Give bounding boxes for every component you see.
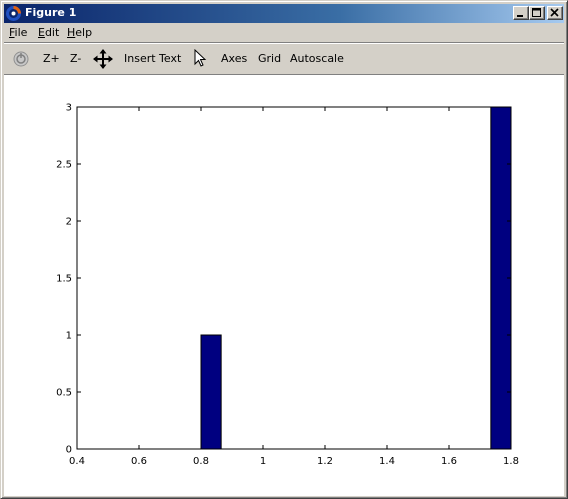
x-tick-label: 1.8 bbox=[503, 456, 519, 467]
zoom-out-button[interactable]: Z- bbox=[70, 52, 81, 66]
pan-arrows-icon[interactable] bbox=[93, 49, 113, 72]
x-tick-label: 0.4 bbox=[69, 456, 85, 467]
axes-frame bbox=[76, 106, 512, 450]
y-tick-label: 1 bbox=[66, 331, 72, 342]
window-title: Figure 1 bbox=[25, 6, 77, 19]
title-bar[interactable]: Figure 1 bbox=[4, 4, 564, 23]
bar-chart: 0.4 0.6 0.8 1 1.2 1.4 1.6 1.8 0 0.5 1 1.5 2 2.5 3 bbox=[56, 103, 519, 468]
plot-canvas: 0.4 0.6 0.8 1 1.2 1.4 1.6 1.8 0 0.5 1 1.5 2 2.5 3 bbox=[4, 76, 564, 496]
y-tick-label: 0.5 bbox=[56, 388, 72, 399]
x-tick-label: 1.4 bbox=[379, 456, 395, 467]
bar-0 bbox=[200, 334, 222, 450]
menu-file-label: ile bbox=[14, 26, 28, 39]
menu-file[interactable]: File bbox=[9, 26, 27, 40]
zoom-in-button[interactable]: Z+ bbox=[43, 52, 60, 66]
pointer-icon[interactable] bbox=[194, 48, 208, 72]
x-tick-label: 1.6 bbox=[441, 456, 457, 467]
close-button[interactable] bbox=[547, 6, 563, 20]
y-tick-label: 1.5 bbox=[56, 274, 72, 285]
menu-edit-accel: E bbox=[38, 26, 45, 39]
app-icon bbox=[6, 6, 21, 21]
menu-edit-label: dit bbox=[44, 26, 60, 39]
menu-edit[interactable]: Edit bbox=[38, 26, 59, 40]
insert-text-button[interactable]: Insert Text bbox=[124, 52, 181, 66]
x-tick-label: 1.2 bbox=[317, 456, 333, 467]
figure-window: Figure 1 File Edit Help Z+ Z- Insert Tex… bbox=[0, 0, 568, 499]
y-tick-label: 3 bbox=[66, 103, 72, 114]
menu-bar: File Edit Help bbox=[4, 24, 564, 42]
x-tick-label: 1 bbox=[260, 456, 266, 467]
x-tick-label: 0.8 bbox=[193, 456, 209, 467]
maximize-icon bbox=[532, 8, 541, 17]
grid-button[interactable]: Grid bbox=[258, 52, 281, 66]
y-tick-label: 2.5 bbox=[56, 160, 72, 171]
y-tick-label: 0 bbox=[66, 445, 72, 456]
toolbar: Z+ Z- Insert Text Axes Grid Autoscale bbox=[4, 44, 564, 74]
close-icon bbox=[550, 8, 559, 17]
minimize-icon bbox=[517, 15, 523, 17]
autoscale-button[interactable]: Autoscale bbox=[290, 52, 344, 66]
x-tick-label: 0.6 bbox=[131, 456, 147, 467]
y-tick-label: 2 bbox=[66, 217, 72, 228]
axes-button[interactable]: Axes bbox=[221, 52, 247, 66]
menu-help[interactable]: Help bbox=[67, 26, 92, 40]
menu-help-label: elp bbox=[75, 26, 93, 39]
minimize-button[interactable] bbox=[513, 6, 529, 20]
home-icon[interactable] bbox=[12, 50, 30, 71]
maximize-button[interactable] bbox=[529, 6, 545, 20]
